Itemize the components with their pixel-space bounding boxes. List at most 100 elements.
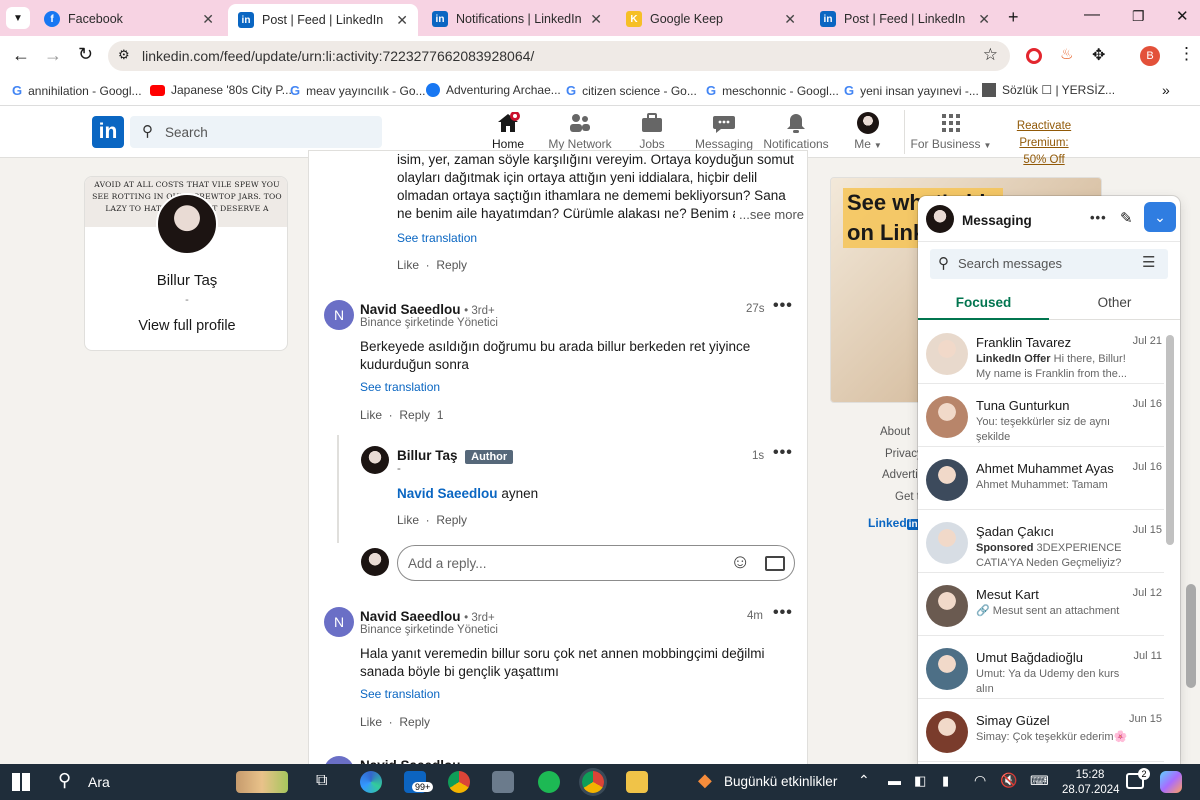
widgets-houses-icon[interactable] [236,771,288,793]
bookmark-item[interactable]: Gmeschonnic - Googl... [706,83,839,98]
reload-icon[interactable]: ↻ [78,44,93,65]
spotify-icon[interactable] [538,771,560,793]
reply-author-avatar[interactable] [361,446,389,474]
nav-jobs[interactable]: Jobs [614,112,690,151]
bookmark-item[interactable]: Gmeav yayıncılık - Go... [290,83,426,98]
nav-messaging[interactable]: Messaging [686,112,762,151]
profile-name[interactable]: Billur Taş [85,272,287,289]
chrome-profile-icon[interactable] [582,771,604,793]
commenter-avatar[interactable]: N [324,300,354,330]
file-explorer-icon[interactable] [626,771,648,793]
tab-focused[interactable]: Focused [918,284,1049,320]
tray-chevron-icon[interactable]: ⌃ [858,772,870,789]
reply-input[interactable]: Add a reply... ☺ [397,545,795,581]
keyboard-layout-icon[interactable]: ⌨ [1030,773,1049,789]
see-translation-link[interactable]: See translation [397,231,477,245]
tab-notifications[interactable]: in Notifications | LinkedIn ✕ [422,4,612,34]
emoji-icon[interactable]: ☺ [730,551,750,574]
reply-button[interactable]: Reply [399,408,430,422]
conversation-item[interactable]: Franklin Tavarez Jul 21 LinkedIn Offer H… [918,321,1164,384]
bookmark-item[interactable]: Gyeni insan yayınevi -... [844,83,979,98]
tab-other[interactable]: Other [1049,284,1180,320]
more-options-icon[interactable]: ••• [1090,210,1107,225]
clock[interactable]: 15:28 28.07.2024 [1062,768,1120,798]
tab-google-keep[interactable]: K Google Keep ✕ [616,4,806,34]
nav-for-business[interactable]: For Business ▼ [906,112,996,151]
close-icon[interactable]: ✕ [784,11,796,28]
back-icon[interactable]: ← [12,45,30,66]
nav-my-network[interactable]: My Network [542,112,618,151]
conversation-item[interactable]: Umut Bağdadioğlu Jul 11 Umut: Ya da Udem… [918,636,1164,699]
nav-notifications[interactable]: Notifications [758,112,834,151]
profile-avatar[interactable] [156,193,218,255]
conversation-item[interactable]: Şadan Çakıcı Jul 15 Sponsored 3DEXPERIEN… [918,510,1164,573]
tab-post-feed-2[interactable]: in Post | Feed | LinkedIn ✕ [810,4,1000,34]
restore-icon[interactable]: ❐ [1132,8,1145,25]
tray-stats-icon[interactable]: ▮ [942,773,949,789]
like-button[interactable]: Like [397,513,419,527]
footer-privacy[interactable]: Privacy [880,444,924,466]
bookmark-star-icon[interactable]: ☆ [983,45,998,65]
new-tab-icon[interactable]: + [1008,7,1019,28]
nav-home[interactable]: Home [470,112,546,160]
extensions-puzzle-icon[interactable]: ✥ [1092,45,1105,65]
fire-extension-icon[interactable]: ♨ [1060,45,1073,63]
profile-avatar[interactable]: B [1140,46,1160,66]
opera-extension-icon[interactable] [1026,48,1042,64]
address-bar[interactable]: ⚙ linkedin.com/feed/update/urn:li:activi… [108,41,1010,71]
close-icon[interactable]: ✕ [590,11,602,28]
mention-link[interactable]: Navid Saeedlou [397,486,498,501]
more-options-icon[interactable]: ••• [773,444,793,462]
reply-button[interactable]: Reply [436,258,467,272]
wifi-icon[interactable]: ◠ [974,772,986,789]
windows-start-icon[interactable] [12,773,30,791]
conversation-item[interactable]: Ahmet Muhammet Ayas Jul 16 Ahmet Muhamme… [918,447,1164,510]
bookmark-item[interactable]: Gannihilation - Googl... [12,83,142,98]
linkedin-logo[interactable]: in [92,116,124,148]
commenter-name[interactable]: Navid Saeedlou [360,609,461,624]
minimize-icon[interactable]: — [1084,6,1100,24]
site-info-icon[interactable]: ⚙ [118,47,130,63]
reply-button[interactable]: Reply [436,513,467,527]
forward-icon[interactable]: → [44,45,62,66]
see-more-link[interactable]: ...see more [735,207,805,222]
bookmark-item[interactable]: Adventuring Archae... [426,83,561,97]
see-translation-link[interactable]: See translation [360,380,440,394]
copilot-icon[interactable] [1160,771,1182,793]
reply-author-name[interactable]: Billur Taş [397,448,458,463]
footer-about[interactable]: About [880,422,924,444]
window-close-icon[interactable]: ✕ [1176,7,1189,25]
conversation-item[interactable]: Simay Güzel Jun 15 Simay: Çok teşekkür e… [918,699,1164,762]
nav-me[interactable]: Me ▼ [830,112,906,151]
edge-icon[interactable] [360,771,382,793]
footer-advertising[interactable]: Advertis [880,465,924,487]
close-icon[interactable]: ✕ [978,11,990,28]
like-button[interactable]: Like [397,258,419,272]
commenter-avatar[interactable]: N [324,607,354,637]
chrome-icon[interactable] [448,771,470,793]
reply-button[interactable]: Reply [399,715,430,729]
conversation-item[interactable]: Mesut Kart Jul 12 🔗 Mesut sent an attach… [918,573,1164,636]
browser-menu-icon[interactable]: ⋮ [1178,44,1195,64]
messaging-header[interactable]: Messaging ••• ✎ ⌄ [918,196,1180,242]
tab-facebook[interactable]: f Facebook ✕ [34,4,224,34]
bookmark-item[interactable]: Sözlük ☐ | YERSİZ... [982,83,1115,97]
commenter-name[interactable]: Navid Saeedlou [360,302,461,317]
view-full-profile-link[interactable]: View full profile [85,318,287,334]
weather-label[interactable]: Bugünkü etkinlikler [724,774,837,789]
page-scrollbar[interactable] [1186,584,1196,688]
conversation-item[interactable]: Tuna Gunturkun Jul 16 You: teşekkürler s… [918,384,1164,447]
conversation-scrollbar[interactable] [1166,335,1174,545]
close-icon[interactable]: ✕ [202,11,214,28]
tray-app-icon[interactable]: ◧ [914,773,926,789]
bookmark-item[interactable]: Japanese '80s City P... [150,83,292,97]
footer-get-app[interactable]: Get t [880,487,924,509]
image-icon[interactable] [765,556,785,571]
task-view-icon[interactable]: ⧉ [316,772,327,790]
tray-icon[interactable]: ▬ [888,773,901,788]
volume-muted-icon[interactable]: 🔇 [1000,772,1017,789]
like-button[interactable]: Like [360,408,382,422]
close-icon[interactable]: ✕ [396,12,408,29]
taskbar-search-label[interactable]: Ara [88,774,110,790]
tab-search-button[interactable]: ▼ [6,7,30,29]
